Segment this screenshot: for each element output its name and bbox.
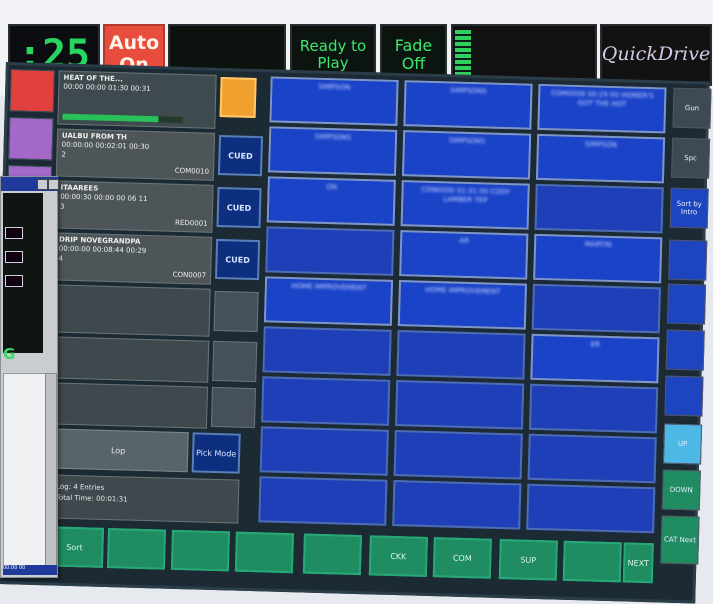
right-button[interactable] (665, 329, 705, 371)
right-button[interactable] (664, 375, 704, 417)
window-list[interactable] (3, 373, 47, 575)
cart-button[interactable] (526, 483, 656, 534)
cart-label: SIMPSON (584, 140, 618, 150)
log-footer-button[interactable]: Lop (47, 428, 189, 473)
cart-label: AR (459, 236, 470, 245)
log-row-1[interactable]: UALBU FROM TH 00:00:00 00:02:01 00:30 2 … (55, 128, 216, 181)
cart-button[interactable]: SIMPSON (269, 76, 399, 126)
window-indicator: G (3, 345, 16, 363)
cued-button-3[interactable]: CUED (215, 238, 261, 281)
log-code: CON0007 (172, 270, 207, 280)
right-button[interactable]: Gun (672, 87, 712, 129)
bottom-button[interactable]: COM (432, 537, 492, 579)
cart-button[interactable]: AR (399, 230, 529, 280)
cart-button[interactable] (261, 376, 391, 426)
cart-label: MARTIN (584, 240, 612, 249)
cart-label: ER (590, 340, 601, 349)
cart-button[interactable]: CON0000 01:31 00 CODY LAMBER TEP (400, 180, 530, 230)
bottom-button[interactable] (170, 529, 230, 572)
cued-slot-empty[interactable] (210, 386, 256, 429)
log-code: RED0001 (174, 218, 208, 228)
bottom-button[interactable] (234, 531, 294, 574)
cart-button[interactable] (528, 383, 659, 434)
cart-button[interactable] (259, 426, 389, 476)
cart-grid: SIMPSON SIMPSONS COM0008 00:29 00 HOMER'S … (258, 76, 668, 537)
log-row-empty[interactable] (51, 284, 211, 337)
right-button[interactable]: UP (663, 423, 703, 465)
log-summary: Log: 4 Entries Total Time: 00:01:31 (46, 474, 240, 524)
window-statusbar: 00:00 00 (3, 565, 57, 575)
cart-button[interactable] (258, 476, 388, 526)
log-row-2[interactable]: ITAAREES 00:00:30 00:00 00 06 11 3 RED00… (54, 180, 214, 233)
cart-label: HOME IMPROVEMENT (425, 285, 501, 296)
cart-button[interactable] (394, 380, 525, 430)
cart-button[interactable]: ER (530, 333, 660, 384)
log-row-empty[interactable] (50, 336, 210, 383)
cart-label: COM0008 00:29 00 HOMER'S GOT THE HOT (550, 89, 654, 109)
log-row-3[interactable]: DRIP NOVEGRANDPA 00:00:00 00:08:44 00:29… (52, 232, 213, 285)
cued-slot-empty[interactable] (212, 340, 258, 383)
cart-button[interactable] (527, 433, 657, 484)
window-scrollbar[interactable] (45, 373, 57, 575)
cart-button[interactable] (531, 283, 661, 334)
cart-button[interactable] (392, 479, 522, 530)
bottom-button[interactable]: SUP (498, 538, 558, 581)
cart-label: SIMPSONS (448, 136, 486, 146)
right-button[interactable]: Sort by Intro (669, 187, 709, 229)
log-row-playing[interactable]: HEAT OF THE... 00:00 00:00 01:30 00:31 (57, 70, 217, 129)
bottom-button[interactable] (106, 528, 167, 570)
side-window: G 00:00 00 (0, 176, 59, 578)
cart-label: HOME IMPROVEMENT (291, 282, 367, 293)
window-display (3, 193, 43, 353)
pick-mode-button[interactable]: Pick Mode (191, 432, 241, 474)
app-logo: QuickDrive (600, 24, 712, 86)
side-button-purple-1[interactable] (8, 117, 54, 161)
progress-bar (62, 113, 159, 123)
cart-button[interactable]: HOME IMPROVEMENT (397, 280, 528, 330)
now-playing-indicator (219, 76, 257, 118)
cued-button-1[interactable]: CUED (217, 134, 264, 177)
cart-button[interactable]: SIMPSON (535, 133, 666, 184)
right-button[interactable]: DOWN (661, 469, 701, 511)
cart-button[interactable] (393, 430, 523, 480)
bottom-button[interactable]: CKK (368, 535, 428, 577)
cart-button[interactable]: HOME IMPROVEMENT (263, 276, 394, 326)
window-field[interactable] (5, 275, 23, 287)
right-button[interactable]: Spc (671, 137, 711, 179)
bottom-button[interactable] (302, 533, 362, 576)
cued-slot-empty[interactable] (213, 290, 259, 333)
cart-button[interactable]: COM0008 00:29 00 HOMER'S GOT THE HOT (537, 83, 667, 134)
cart-button[interactable] (534, 183, 664, 234)
cart-label: CON0000 01:31 00 CODY LAMBER TEP (421, 185, 511, 205)
cart-button[interactable]: SIMPSONS (401, 130, 532, 180)
cart-button[interactable] (265, 226, 395, 276)
bottom-button[interactable] (562, 540, 622, 583)
right-button[interactable] (668, 239, 708, 281)
cart-label: ON (326, 182, 338, 192)
close-icon[interactable] (48, 179, 59, 190)
minimize-icon[interactable] (37, 179, 48, 190)
cart-label: SIMPSON (318, 82, 351, 92)
side-button-red[interactable] (9, 69, 55, 113)
right-button[interactable]: CAT Next (660, 515, 700, 565)
window-field[interactable] (5, 251, 23, 263)
cart-label: SIMPSONS (314, 132, 352, 142)
cart-button[interactable]: ON (266, 176, 396, 226)
bottom-button[interactable]: NEXT (622, 542, 654, 584)
cart-button[interactable]: MARTIN (533, 233, 663, 284)
window-field[interactable] (5, 227, 23, 239)
window-titlebar (1, 177, 59, 191)
cart-button[interactable] (396, 330, 526, 380)
cued-button-2[interactable]: CUED (216, 186, 262, 229)
cart-button[interactable]: SIMPSONS (403, 80, 533, 130)
cart-label: SIMPSONS (450, 86, 487, 96)
log-code: COM0010 (174, 166, 210, 176)
main-panel: HEAT OF THE... 00:00 00:00 01:30 00:31 U… (0, 62, 712, 604)
cart-button[interactable]: SIMPSONS (268, 126, 398, 176)
cart-button[interactable] (262, 326, 392, 376)
log-row-empty[interactable] (48, 382, 209, 429)
right-button[interactable] (666, 283, 707, 325)
